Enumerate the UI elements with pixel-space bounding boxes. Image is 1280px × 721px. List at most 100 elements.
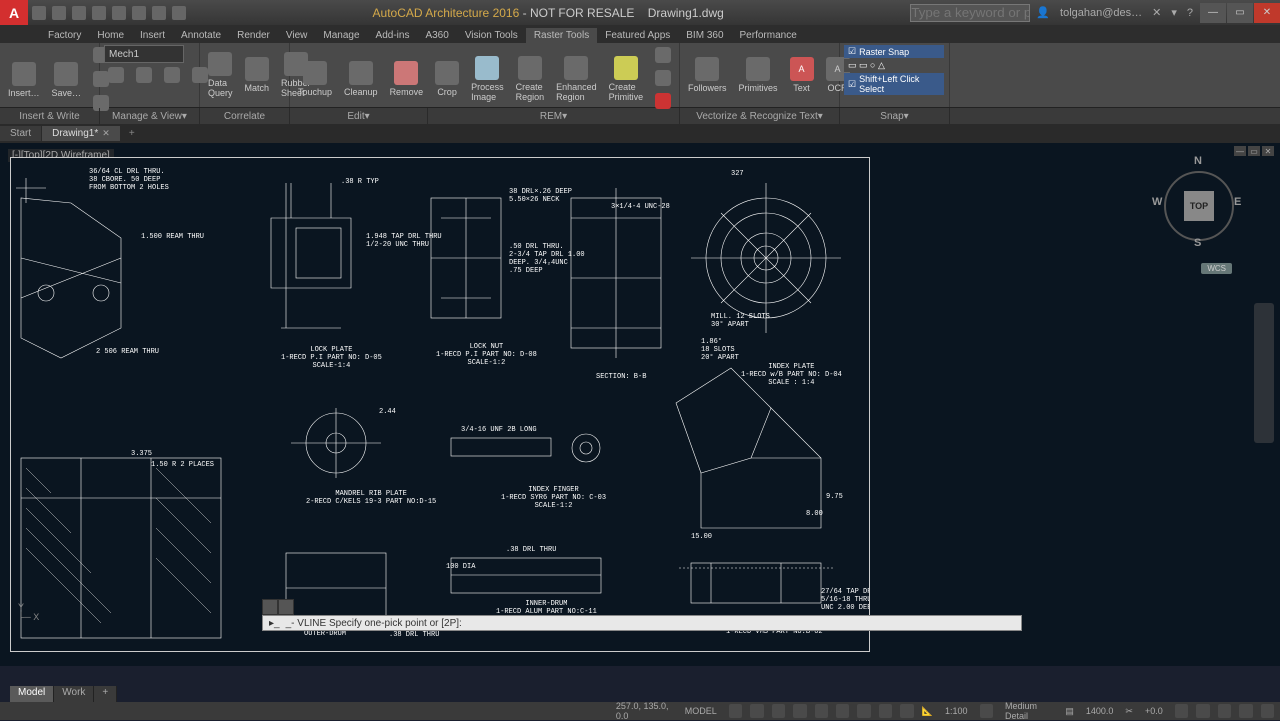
ribbon-tab-manage[interactable]: Manage: [315, 28, 367, 43]
touchup-button[interactable]: Touchup: [294, 59, 336, 99]
exchange-icon[interactable]: ✕: [1152, 6, 1161, 19]
viewcube-s[interactable]: S: [1194, 237, 1201, 249]
navigation-bar[interactable]: [1254, 303, 1274, 443]
grid-icon[interactable]: [729, 704, 742, 718]
qat-undo-icon[interactable]: [132, 6, 146, 20]
process-image-button[interactable]: Process Image: [467, 54, 508, 104]
mv-3[interactable]: [160, 65, 184, 87]
customize-icon[interactable]: [1261, 704, 1274, 718]
vp-restore-icon[interactable]: ▭: [1248, 146, 1260, 156]
file-tab-drawing1[interactable]: Drawing1*✕: [42, 126, 120, 141]
add-tab-button[interactable]: +: [121, 126, 143, 141]
wcs-label[interactable]: WCS: [1201, 263, 1232, 274]
status-space[interactable]: MODEL: [681, 706, 721, 716]
qat-saveas-icon[interactable]: [92, 6, 106, 20]
tab-work[interactable]: Work: [54, 686, 94, 702]
status-elev[interactable]: 1400.0: [1082, 706, 1118, 716]
raster-snap-toggle[interactable]: ☑Raster Snap: [844, 45, 944, 58]
create-region-button[interactable]: Create Region: [512, 54, 549, 104]
help-dropdown-icon[interactable]: ▾: [1171, 6, 1177, 19]
qat-more-icon[interactable]: [172, 6, 186, 20]
panel-correlate[interactable]: Correlate: [200, 108, 290, 124]
isolate-icon[interactable]: [1218, 704, 1231, 718]
maximize-button[interactable]: ▭: [1227, 3, 1253, 23]
rem-1[interactable]: [651, 45, 675, 67]
shift-click-toggle[interactable]: ☑Shift+Left Click Select: [844, 73, 944, 95]
signin-user[interactable]: tolgahan@des…: [1060, 7, 1142, 19]
viewcube-face-top[interactable]: TOP: [1184, 191, 1214, 221]
ribbon-tab-raster[interactable]: Raster Tools: [526, 28, 597, 43]
file-tab-start[interactable]: Start: [0, 126, 41, 141]
ribbon-tab-insert[interactable]: Insert: [132, 28, 173, 43]
viewcube-n[interactable]: N: [1194, 155, 1202, 167]
vp-close-icon[interactable]: ✕: [1262, 146, 1274, 156]
panel-edit[interactable]: Edit ▾: [290, 108, 428, 124]
drawing-viewport[interactable]: [-][Top][2D Wireframe] — ▭ ✕: [0, 143, 1280, 666]
close-button[interactable]: ✕: [1254, 3, 1280, 23]
hardware-accel-icon[interactable]: [1196, 704, 1209, 718]
layer-combo[interactable]: [104, 45, 184, 63]
ribbon-tab-home[interactable]: Home: [89, 28, 132, 43]
panel-manage-view[interactable]: Manage & View ▾: [100, 108, 200, 124]
minimize-button[interactable]: —: [1200, 3, 1226, 23]
scale-icon[interactable]: 📐: [922, 706, 933, 717]
transparency-icon[interactable]: [900, 704, 913, 718]
ribbon-tab-bim360[interactable]: BIM 360: [678, 28, 731, 43]
snap-icon[interactable]: [750, 704, 763, 718]
ribbon-tab-view[interactable]: View: [278, 28, 316, 43]
app-menu-button[interactable]: A: [0, 0, 28, 25]
panel-snap[interactable]: Snap ▾: [840, 108, 950, 124]
otrack-icon[interactable]: [836, 704, 849, 718]
ribbon-tab-annotate[interactable]: Annotate: [173, 28, 229, 43]
ribbon-tab-addins[interactable]: Add-ins: [368, 28, 418, 43]
dyn-icon[interactable]: [857, 704, 870, 718]
qat-new-icon[interactable]: [32, 6, 46, 20]
command-line[interactable]: ▸_ _- VLINE Specify one-pick point or [2…: [262, 615, 1022, 631]
cleanup-button[interactable]: Cleanup: [340, 59, 382, 99]
snap-mid-toggle[interactable]: ▭ ▭ ○ △: [844, 59, 944, 72]
qat-redo-icon[interactable]: [152, 6, 166, 20]
signin-icon[interactable]: 👤: [1036, 6, 1050, 19]
status-cut[interactable]: +0.0: [1141, 706, 1167, 716]
panel-rem[interactable]: REM ▾: [428, 108, 680, 124]
create-primitive-button[interactable]: Create Primitive: [605, 54, 648, 104]
tab-add[interactable]: +: [94, 686, 117, 702]
polar-icon[interactable]: [793, 704, 806, 718]
qat-plot-icon[interactable]: [112, 6, 126, 20]
panel-vectorize[interactable]: Vectorize & Recognize Text ▾: [680, 108, 840, 124]
status-detail[interactable]: Medium Detail: [1001, 701, 1057, 721]
primitives-button[interactable]: Primitives: [735, 55, 782, 95]
lwt-icon[interactable]: [879, 704, 892, 718]
vp-minimize-icon[interactable]: —: [1234, 146, 1246, 156]
viewcube-e[interactable]: E: [1234, 196, 1241, 208]
qat-save-icon[interactable]: [72, 6, 86, 20]
close-tab-icon[interactable]: ✕: [102, 128, 110, 139]
insert-button[interactable]: Insert…: [4, 60, 44, 100]
clean-screen-icon[interactable]: [1239, 704, 1252, 718]
viewcube[interactable]: TOP N S E W: [1154, 161, 1244, 251]
ribbon-tab-a360[interactable]: A360: [417, 28, 456, 43]
text-button[interactable]: AText: [786, 55, 818, 95]
cmdline-close-icon[interactable]: [262, 599, 278, 615]
crop-button[interactable]: Crop: [431, 59, 463, 99]
cmdline-opts-icon[interactable]: [278, 599, 294, 615]
qat-open-icon[interactable]: [52, 6, 66, 20]
cut-icon[interactable]: ✂: [1125, 706, 1133, 717]
osnap-icon[interactable]: [815, 704, 828, 718]
rem-2[interactable]: [651, 68, 675, 90]
ribbon-tab-featured[interactable]: Featured Apps: [597, 28, 678, 43]
gear-icon[interactable]: [980, 704, 993, 718]
enhanced-region-button[interactable]: Enhanced Region: [552, 54, 601, 104]
replace-z-icon[interactable]: [1175, 704, 1188, 718]
search-input[interactable]: [910, 4, 1030, 22]
mv-1[interactable]: [104, 65, 128, 87]
data-query-button[interactable]: Data Query: [204, 50, 237, 100]
remove-button[interactable]: Remove: [386, 59, 428, 99]
elev-icon[interactable]: ▤: [1065, 706, 1074, 717]
match-button[interactable]: Match: [241, 55, 274, 95]
tab-model[interactable]: Model: [10, 686, 54, 702]
save-button[interactable]: Save…: [48, 60, 86, 100]
mv-2[interactable]: [132, 65, 156, 87]
viewcube-w[interactable]: W: [1152, 196, 1162, 208]
status-scale[interactable]: 1:100: [941, 706, 972, 716]
